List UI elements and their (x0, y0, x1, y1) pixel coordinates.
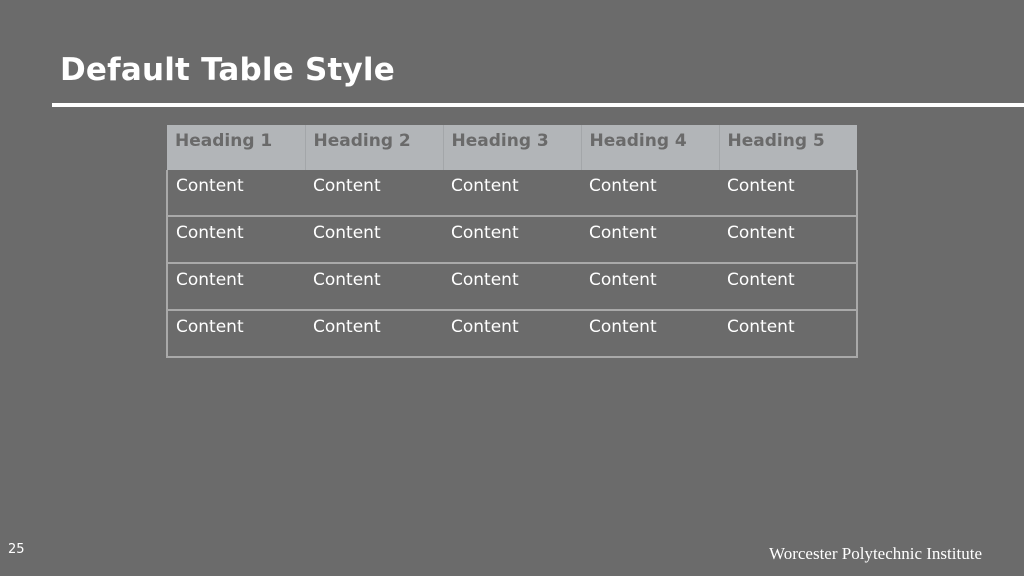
table-cell: Content (305, 262, 443, 310)
content-table: Heading 1 Heading 2 Heading 3 Heading 4 … (166, 125, 858, 358)
table-cell: Content (443, 215, 581, 263)
table-cell: Content (167, 262, 305, 310)
footer-institution: Worcester Polytechnic Institute (769, 544, 982, 563)
table-cell: Content (581, 262, 719, 310)
table-cell: Content (313, 176, 381, 196)
table-cell: Content (167, 309, 305, 357)
table-header-cell: Heading 2 (304, 125, 443, 170)
table-cell: Content (443, 262, 581, 310)
table-cell: Content (581, 215, 719, 263)
table-row: Content Content Content Content Content (167, 309, 857, 357)
table-cell: Content (719, 215, 857, 263)
table-cell: Content (176, 176, 244, 196)
title-divider (52, 103, 1024, 107)
table-row: Content Content Content Content Content (167, 170, 857, 216)
table-cell: Content (167, 215, 305, 263)
table-row: Content Content Content Content Content (167, 262, 857, 310)
page-number: 25 (8, 542, 25, 557)
table-header-cell: Heading 3 (442, 125, 581, 170)
slide-title: Default Table Style (60, 52, 395, 88)
table-header-cell: Heading 1 (167, 125, 305, 170)
table-cell: Content (443, 309, 581, 357)
table-header-cell: Heading 4 (580, 125, 719, 170)
table-cell: Content (719, 309, 857, 357)
table-cell: Content (727, 176, 795, 196)
table-cell: Content (451, 176, 519, 196)
table-header-cell: Heading 5 (718, 125, 857, 170)
table-cell: Content (589, 176, 657, 196)
table-row: Content Content Content Content Content (167, 215, 857, 263)
table-cell: Content (719, 262, 857, 310)
table-cell: Content (305, 215, 443, 263)
table-cell: Content (581, 309, 719, 357)
table-header-row: Heading 1 Heading 2 Heading 3 Heading 4 … (167, 125, 857, 170)
table-cell: Content (305, 309, 443, 357)
